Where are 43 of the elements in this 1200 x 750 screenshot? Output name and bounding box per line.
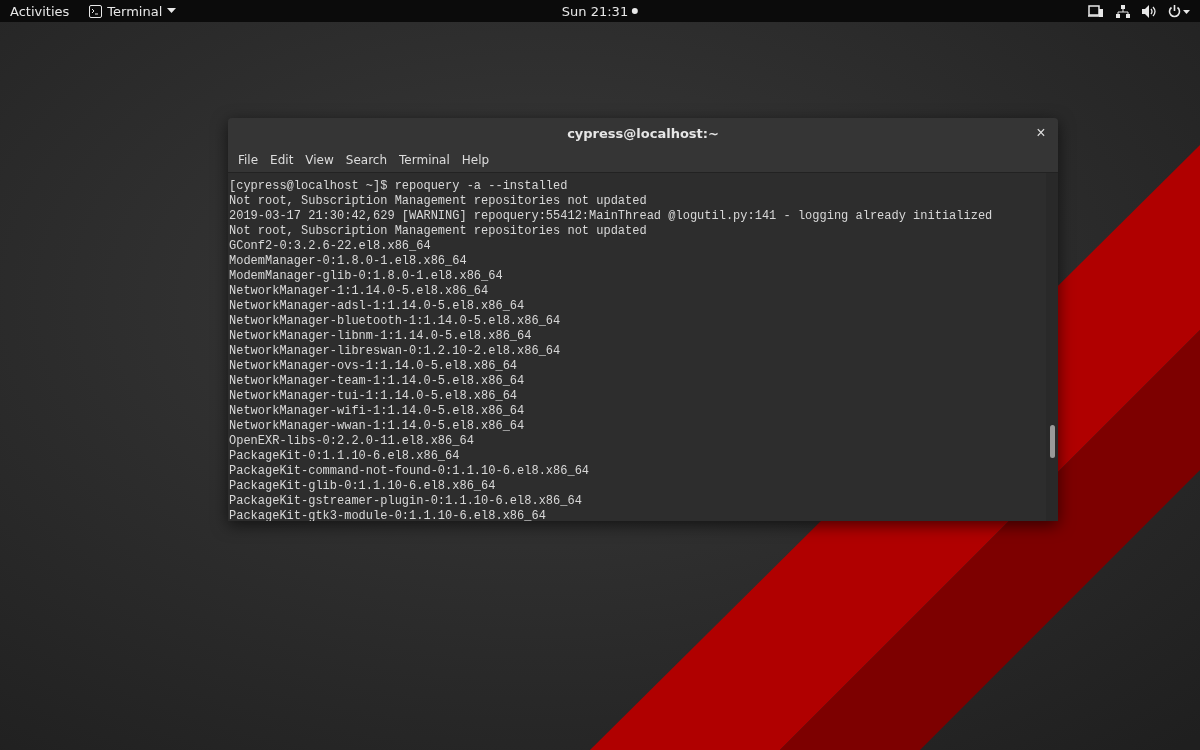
output-line: NetworkManager-1:1.14.0-5.el8.x86_64	[229, 284, 489, 299]
activities-button[interactable]: Activities	[10, 3, 70, 19]
close-button[interactable]: ×	[1032, 124, 1050, 142]
menu-item[interactable]: Edit	[264, 153, 300, 167]
menu-item[interactable]: File	[232, 153, 265, 167]
output-line: PackageKit-gtk3-module-0:1.1.10-6.el8.x86_64	[229, 509, 546, 521]
scrollbar-thumb[interactable]	[1050, 425, 1055, 458]
power-icon[interactable]	[1168, 4, 1190, 18]
output-line: PackageKit-glib-0:1.1.10-6.el8.x86_64	[229, 479, 496, 494]
output-line: ModemManager-0:1.8.0-1.el8.x86_64	[229, 254, 467, 269]
output-line: PackageKit-0:1.1.10-6.el8.x86_64	[229, 449, 460, 464]
output-line: GConf2-0:3.2.6-22.el8.x86_64	[229, 239, 431, 254]
output-line: NetworkManager-wwan-1:1.14.0-5.el8.x86_64	[229, 419, 525, 434]
notification-dot	[632, 8, 639, 14]
output-line: Not root, Subscription Management repositories not updated	[229, 194, 647, 209]
output-line: NetworkManager-ovs-1:1.14.0-5.el8.x86_64	[229, 359, 518, 374]
output-line: NetworkManager-wifi-1:1.14.0-5.el8.x86_64	[229, 404, 525, 419]
output-line: ModemManager-glib-0:1.8.0-1.el8.x86_64	[229, 269, 503, 284]
caret-icon	[167, 8, 177, 14]
output-line: PackageKit-command-not-found-0:1.1.10-6.el8.x86_64	[229, 464, 590, 479]
menu-item[interactable]: Terminal	[393, 153, 456, 167]
terminal-icon	[89, 4, 103, 18]
output-line: [cypress@localhost ~]$ repoquery -a --installed	[229, 179, 568, 194]
network-icon[interactable]	[1116, 4, 1130, 18]
display-icon[interactable]	[1088, 4, 1104, 18]
output-line: PackageKit-gstreamer-plugin-0:1.1.10-6.el8.x86_64	[229, 494, 582, 509]
clock[interactable]: Sun 21:31	[561, 3, 629, 19]
menu-item[interactable]: View	[299, 153, 340, 167]
output-line: NetworkManager-adsl-1:1.14.0-5.el8.x86_64	[229, 299, 525, 314]
app-menu[interactable]: Terminal	[89, 3, 177, 19]
output-line: NetworkManager-tui-1:1.14.0-5.el8.x86_64	[229, 389, 518, 404]
output-line: NetworkManager-libreswan-0:1.2.10-2.el8.x86_64	[229, 344, 561, 359]
scrollbar[interactable]	[1046, 173, 1058, 521]
output-line: NetworkManager-team-1:1.14.0-5.el8.x86_64	[229, 374, 525, 389]
window-title: cypress@localhost:~	[567, 125, 719, 141]
output-line: 2019-03-17 21:30:42,629 [WARNING] repoquery:55412:MainThread @logutil.py:141 - logging already initialized	[229, 209, 993, 224]
output-line: NetworkManager-libnm-1:1.14.0-5.el8.x86_64	[229, 329, 532, 344]
menu-item[interactable]: Help	[455, 153, 496, 167]
output-line: OpenEXR-libs-0:2.2.0-11.el8.x86_64	[229, 434, 474, 449]
menu-item[interactable]: Search	[339, 153, 394, 167]
volume-icon[interactable]	[1142, 4, 1156, 18]
output-line: Not root, Subscription Management repositories not updated	[229, 224, 647, 239]
output-line: NetworkManager-bluetooth-1:1.14.0-5.el8.x86_64	[229, 314, 561, 329]
